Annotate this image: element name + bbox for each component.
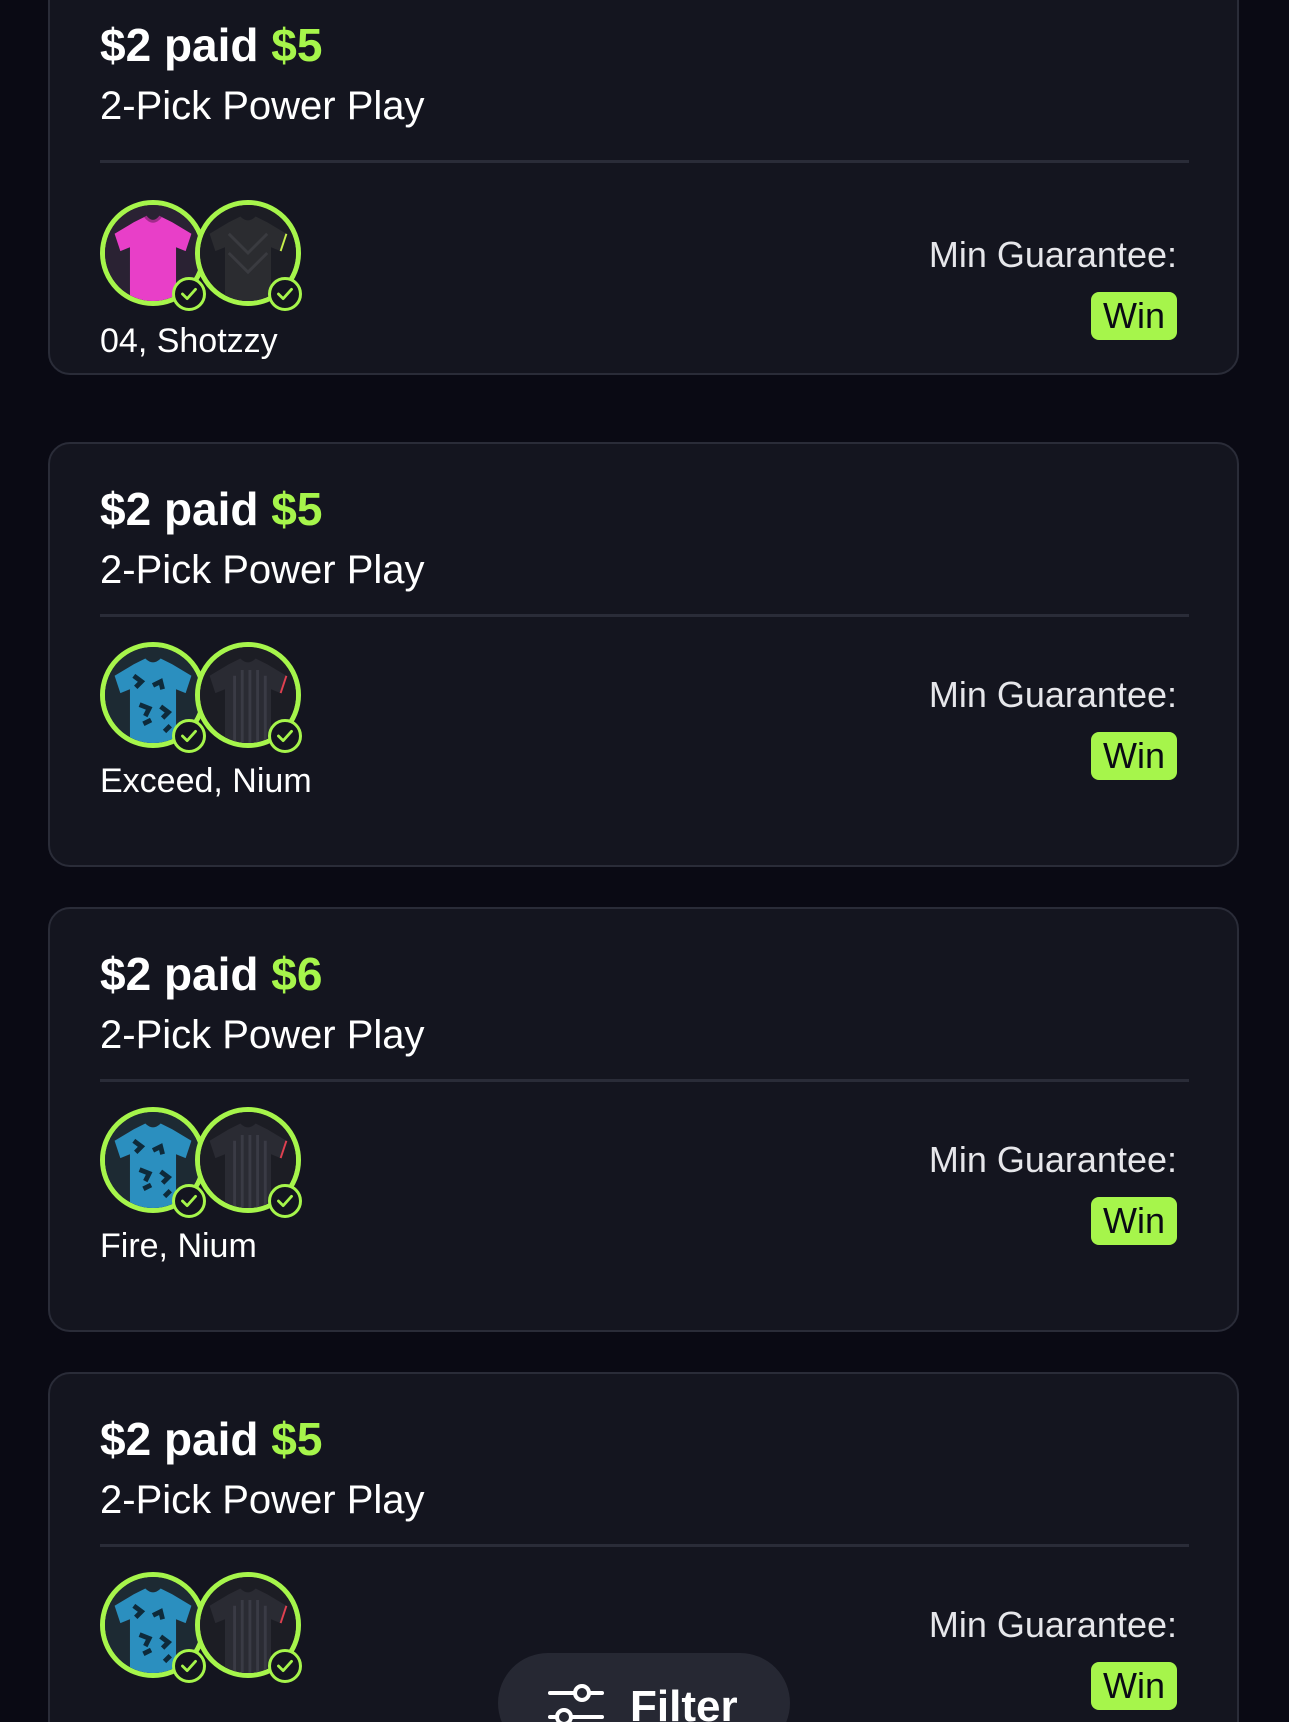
play-type: 2-Pick Power Play <box>100 1478 425 1522</box>
play-type: 2-Pick Power Play <box>100 84 425 128</box>
player-avatars <box>100 1572 310 1683</box>
entry-amount: $2 paid $5 <box>100 486 425 532</box>
paid-amount: $2 paid <box>100 1413 259 1465</box>
check-icon <box>172 1184 206 1218</box>
play-type: 2-Pick Power Play <box>100 548 425 592</box>
payout-amount: $5 <box>271 1413 323 1465</box>
check-icon <box>172 719 206 753</box>
entry-amount: $2 paid $5 <box>100 22 425 68</box>
play-type: 2-Pick Power Play <box>100 1013 425 1057</box>
check-icon <box>268 277 302 311</box>
entry-amount: $2 paid $6 <box>100 951 425 997</box>
result-badge: Win <box>1091 732 1177 780</box>
divider <box>100 1079 1189 1082</box>
filter-button[interactable]: Filter <box>498 1653 790 1722</box>
paid-amount: $2 paid <box>100 19 259 71</box>
check-icon <box>268 1649 302 1683</box>
payout-amount: $5 <box>271 483 323 535</box>
result-badge: Win <box>1091 292 1177 340</box>
payout-amount: $6 <box>271 948 323 1000</box>
entry-header: $2 paid $5 2-Pick Power Play <box>100 1416 425 1520</box>
check-icon <box>172 1649 206 1683</box>
entry-card[interactable]: $2 paid $5 2-Pick Power Play <box>48 442 1239 867</box>
player-names: 04, Shotzzy <box>100 322 278 360</box>
player-avatars <box>100 200 310 311</box>
player-avatars <box>100 642 310 753</box>
player-names: Fire, Nium <box>100 1227 257 1265</box>
min-guarantee-label: Min Guarantee: <box>928 1139 1177 1180</box>
entry-card[interactable]: $2 paid $6 2-Pick Power Play Fire, Nium … <box>48 907 1239 1332</box>
check-icon <box>268 1184 302 1218</box>
entry-header: $2 paid $5 2-Pick Power Play <box>100 22 425 126</box>
filter-label: Filter <box>630 1682 738 1722</box>
check-icon <box>268 719 302 753</box>
entry-card[interactable]: $2 paid $5 2-Pick Power Play <box>48 0 1239 375</box>
min-guarantee-label: Min Guarantee: <box>928 234 1177 275</box>
check-icon <box>172 277 206 311</box>
payout-amount: $5 <box>271 19 323 71</box>
sliders-icon <box>548 1684 604 1722</box>
divider <box>100 160 1189 163</box>
min-guarantee-label: Min Guarantee: <box>928 1604 1177 1645</box>
divider <box>100 614 1189 617</box>
entry-amount: $2 paid $5 <box>100 1416 425 1462</box>
paid-amount: $2 paid <box>100 483 259 535</box>
paid-amount: $2 paid <box>100 948 259 1000</box>
result-badge: Win <box>1091 1197 1177 1245</box>
result-badge: Win <box>1091 1662 1177 1710</box>
player-avatars <box>100 1107 310 1218</box>
entry-header: $2 paid $5 2-Pick Power Play <box>100 486 425 590</box>
entries-screen: $2 paid $5 2-Pick Power Play 04, Shotzzy… <box>0 0 1289 1722</box>
divider <box>100 1544 1189 1547</box>
min-guarantee-label: Min Guarantee: <box>928 674 1177 715</box>
entry-header: $2 paid $6 2-Pick Power Play <box>100 951 425 1055</box>
player-names: Exceed, Nium <box>100 762 312 800</box>
